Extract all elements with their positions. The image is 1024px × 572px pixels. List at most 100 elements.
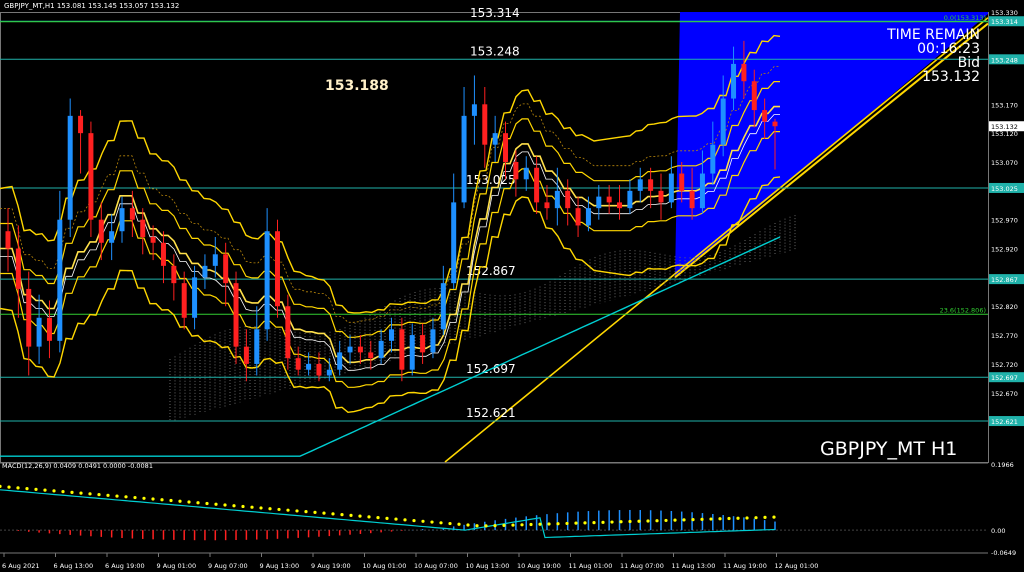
candle-body [585,208,591,226]
candle-body [751,81,757,111]
macd-signal-dot [583,521,587,525]
candle-body [689,190,695,209]
time-tick-label: 9 Aug 13:00 [260,562,300,570]
price-tick-label: 153.170 [991,101,1018,109]
candle-body [461,115,467,203]
candle-body [731,63,737,99]
macd-signal-dot [484,524,488,528]
candle-body [440,283,446,330]
macd-signal-dot [502,523,506,527]
macd-signal-dot [736,516,740,520]
candle-body [710,144,716,174]
candle-body [347,346,353,353]
time-tick-label: 11 Aug 07:00 [620,562,664,570]
candle-body [88,133,94,220]
macd-signal-dot [637,519,641,523]
macd-signal-dot [124,495,128,499]
macd-signal-dot [367,515,371,519]
candle-body [326,369,332,376]
candle-body [503,133,509,162]
macd-signal-dot [160,498,164,502]
candle-body [36,317,42,347]
macd-signal-dot [277,507,281,512]
price-tag-label: 152.867 [991,276,1018,284]
macd-signal-dot [718,517,722,521]
macd-signal-dot [223,503,227,507]
macd-signal-dot [547,522,551,526]
macd-signal-dot [349,513,353,517]
macd-signal-dot [151,497,155,501]
candle-body [368,352,374,359]
candle-body [513,162,519,180]
price-tick-label: 152.720 [991,361,1018,369]
macd-tick-label: -0.0649 [991,549,1016,557]
macd-signal-dot [268,507,272,511]
macd-signal-dot [556,522,560,526]
trading-chart[interactable]: 153.314 153.248 153.188 153.025 152.867 152.6… [0,0,1024,572]
price-tag-label: 153.248 [991,56,1018,64]
candle-body [295,358,301,370]
macd-signal-dot [565,521,569,526]
macd-signal-dot [646,519,650,523]
candle-body [409,335,415,370]
candle-body [119,208,125,232]
macd-signal-dot [619,520,623,524]
macd-signal-dot [178,499,182,503]
level-label: 152.621 [466,406,516,420]
candle-body [420,335,426,353]
macd-signal-dot [0,484,2,489]
candle-body [399,329,405,370]
candle-body [679,173,685,191]
price-tick-label: 153.120 [991,130,1018,138]
level-label: 153.314 [470,6,520,20]
macd-signal-dot [601,520,605,524]
macd-signal-dot [403,518,407,522]
macd-signal-dot [610,520,614,524]
symbol-label: GBPJPY_MT H1 [820,438,958,460]
candle-body [15,248,21,289]
time-tick-label: 11 Aug 13:00 [672,562,716,570]
macd-signal-dot [331,512,335,516]
macd-signal-dot [655,519,659,523]
candle-body [430,329,436,353]
level-label: 153.188 [325,78,389,94]
bid-value: 153.132 [922,69,980,85]
candle-body [181,283,187,318]
macd-signal-dot [475,524,479,528]
candle-body [668,173,674,203]
macd-signal-dot [466,523,470,527]
candle-body [575,208,581,226]
candle-body [492,133,498,145]
price-tick-label: 152.770 [991,332,1018,340]
time-tick-label: 6 Aug 19:00 [105,562,145,570]
candle-body [389,329,394,341]
macd-signal-dot [529,522,533,527]
candle-body [306,363,312,370]
macd-signal-dot [394,517,398,521]
macd-signal-dot [259,506,263,510]
macd-signal-dot [439,521,443,525]
candle-body [534,167,540,203]
macd-signal-dot [196,501,200,505]
candle-body [202,265,208,278]
candle-body [274,231,280,307]
time-tick-label: 12 Aug 01:00 [775,562,819,570]
candle-body [285,306,291,359]
time-tick-label: 10 Aug 13:00 [466,562,510,570]
macd-signal-dot [286,508,290,512]
macd-signal-dot [412,518,416,523]
time-remain-value: 00:16:23 [917,41,980,57]
macd-signal-dot [106,493,110,497]
candle-body [596,196,602,209]
candle-body [140,219,146,237]
macd-signal-dot [385,516,389,520]
macd-signal-dot [295,509,299,513]
macd-signal-dot [358,514,362,518]
candle-body [337,352,343,370]
chart-canvas[interactable]: 153.314 153.248 153.188 153.025 152.867 152.6… [0,0,1024,572]
macd-signal-dot [61,490,65,494]
macd-signal-dot [673,518,677,522]
macd-tick-label: 0.00 [991,527,1005,535]
level-label: 153.025 [466,173,516,187]
macd-signal-dot [52,489,56,493]
